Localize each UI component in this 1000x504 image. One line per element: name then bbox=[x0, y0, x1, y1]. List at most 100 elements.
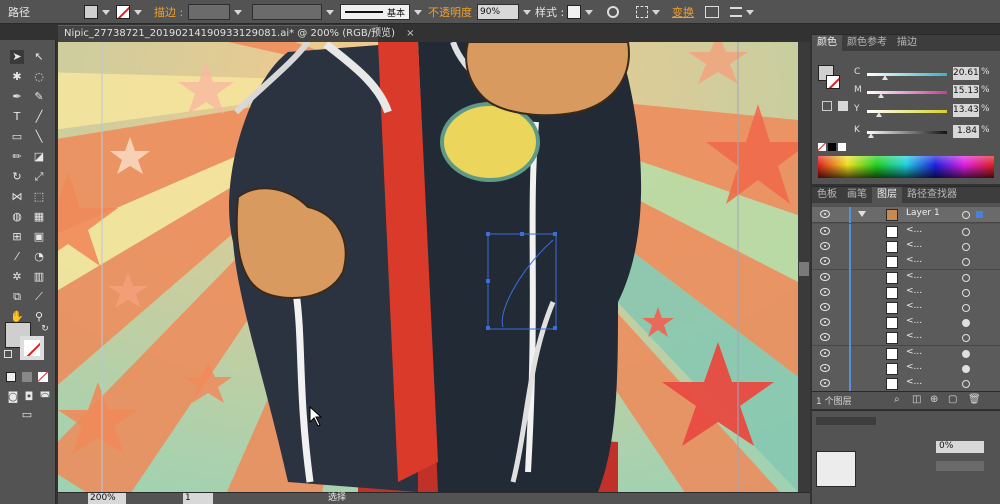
make-clipping-mask-icon[interactable]: ◫ bbox=[912, 394, 921, 405]
close-icon[interactable]: × bbox=[406, 28, 414, 39]
brush-dropdown[interactable]: 基本 bbox=[340, 4, 422, 20]
target-circle-icon[interactable] bbox=[962, 243, 970, 252]
sublayer-row[interactable]: <... bbox=[812, 315, 1000, 332]
direct-selection-tool-icon[interactable]: ↖ bbox=[32, 50, 46, 64]
sublayer-name[interactable]: <... bbox=[906, 377, 922, 387]
recolor-artwork-button[interactable] bbox=[607, 4, 619, 20]
artboard-field[interactable]: 1 bbox=[183, 493, 213, 504]
visibility-eye-icon[interactable] bbox=[820, 287, 830, 296]
sublayer-row[interactable]: <... bbox=[812, 345, 1000, 362]
stroke-swatch-dropdown[interactable] bbox=[116, 4, 142, 20]
expand-triangle-icon[interactable] bbox=[858, 211, 866, 217]
target-circle-icon[interactable] bbox=[962, 211, 970, 219]
panel-menu-button[interactable] bbox=[730, 4, 754, 20]
draw-normal-icon[interactable]: ◙ bbox=[6, 390, 20, 404]
stroke-none-swatch[interactable] bbox=[116, 5, 130, 19]
curvature-tool-icon[interactable]: ✎ bbox=[32, 90, 46, 104]
sublayer-name[interactable]: <... bbox=[906, 225, 922, 235]
sublayer-row[interactable]: <... bbox=[812, 300, 1000, 316]
opacity-label-text[interactable]: 不透明度 : bbox=[428, 4, 479, 20]
sublayer-row[interactable]: <... bbox=[812, 360, 1000, 377]
target-circle-icon[interactable] bbox=[962, 273, 970, 282]
sublayer-name[interactable]: <... bbox=[906, 301, 922, 311]
variable-width-dropdown[interactable] bbox=[252, 4, 334, 20]
slider-k[interactable]: K 1.84 % bbox=[812, 125, 1000, 140]
target-circle-icon[interactable] bbox=[962, 364, 970, 373]
rotate-tool-icon[interactable]: ↻ bbox=[10, 170, 24, 184]
slider-m[interactable]: M 15.13 % bbox=[812, 85, 1000, 100]
align-dropdown-button[interactable] bbox=[636, 4, 660, 20]
sublayer-row[interactable]: <... bbox=[812, 269, 1000, 286]
layer-name[interactable]: Layer 1 bbox=[906, 208, 940, 218]
target-circle-icon[interactable] bbox=[962, 304, 970, 312]
sublayer-name[interactable]: <... bbox=[906, 271, 922, 281]
appearance-field[interactable] bbox=[936, 461, 984, 471]
new-sublayer-icon[interactable]: ⊕ bbox=[930, 394, 938, 405]
sublayer-row[interactable]: <... bbox=[812, 330, 1000, 347]
column-graph-tool-icon[interactable]: ▥ bbox=[32, 270, 46, 284]
slider-track[interactable] bbox=[867, 73, 947, 76]
visibility-eye-icon[interactable] bbox=[820, 303, 830, 311]
style-swatch[interactable] bbox=[567, 5, 581, 19]
symbol-sprayer-tool-icon[interactable]: ✲ bbox=[10, 270, 24, 284]
canvas[interactable] bbox=[58, 42, 798, 492]
new-layer-icon[interactable]: ▢ bbox=[948, 394, 957, 405]
artboard-tool-icon[interactable]: ⧉ bbox=[10, 290, 24, 304]
color-mode-icon[interactable] bbox=[6, 372, 16, 382]
fill-swatch-dropdown[interactable] bbox=[84, 4, 110, 20]
pencil-tool-icon[interactable]: ✏ bbox=[10, 150, 24, 164]
layer-row-layer-1[interactable]: Layer 1 bbox=[812, 207, 1000, 223]
mesh-tool-icon[interactable]: ⊞ bbox=[10, 230, 24, 244]
stroke-weight-dropdown[interactable] bbox=[188, 4, 242, 20]
black-swatch[interactable] bbox=[828, 143, 836, 151]
transform-link[interactable]: 变换 bbox=[672, 4, 694, 20]
perspective-grid-tool-icon[interactable]: ▦ bbox=[32, 210, 46, 224]
screen-mode-icon[interactable]: ▭ bbox=[18, 408, 36, 422]
eraser-tool-icon[interactable]: ◪ bbox=[32, 150, 46, 164]
target-circle-icon[interactable] bbox=[962, 319, 970, 328]
visibility-eye-icon[interactable] bbox=[820, 333, 830, 342]
sublayer-row[interactable]: <... bbox=[812, 224, 1000, 240]
delete-icon[interactable]: 🗑 bbox=[968, 394, 981, 405]
slider-knob[interactable] bbox=[876, 112, 882, 117]
sublayer-name[interactable]: <... bbox=[906, 286, 922, 296]
scale-tool-icon[interactable]: ⤢ bbox=[32, 170, 46, 184]
sublayer-name[interactable]: <... bbox=[906, 240, 922, 250]
brush-field[interactable]: 基本 bbox=[340, 4, 410, 20]
isolate-button[interactable] bbox=[705, 4, 719, 20]
tab-pathfinder[interactable]: 路径查找器 bbox=[902, 187, 962, 203]
lasso-tool-icon[interactable]: ◌ bbox=[32, 70, 46, 84]
transform-label[interactable]: 变换 bbox=[672, 4, 694, 20]
magic-wand-tool-icon[interactable]: ✱ bbox=[10, 70, 24, 84]
opacity-dropdown[interactable]: 90% bbox=[477, 4, 531, 20]
opacity-label[interactable]: 不透明度 : bbox=[428, 4, 479, 20]
slider-value[interactable]: 1.84 bbox=[953, 125, 979, 138]
variable-width-field[interactable] bbox=[252, 4, 322, 20]
sublayer-name[interactable]: <... bbox=[906, 362, 922, 372]
target-circle-icon[interactable] bbox=[962, 349, 970, 358]
tab-brushes[interactable]: 画笔 bbox=[842, 187, 872, 203]
gradient-mode-icon[interactable] bbox=[22, 372, 32, 382]
none-mode-icon[interactable] bbox=[38, 372, 48, 382]
visibility-eye-icon[interactable] bbox=[820, 210, 830, 218]
stroke-weight-field[interactable] bbox=[188, 4, 230, 20]
artwork[interactable] bbox=[58, 42, 798, 492]
tab-color[interactable]: 颜色 bbox=[812, 35, 842, 51]
locate-object-icon[interactable]: ⌕ bbox=[894, 394, 900, 405]
zoom-field[interactable]: 200% bbox=[88, 493, 126, 504]
stroke-color-box[interactable] bbox=[20, 336, 44, 360]
slider-value[interactable]: 20.61 bbox=[953, 67, 979, 80]
sublayer-row[interactable]: <... bbox=[812, 376, 1000, 392]
tab-color-guide[interactable]: 颜色参考 bbox=[842, 35, 892, 51]
rectangle-tool-icon[interactable]: ▭ bbox=[10, 130, 24, 144]
slider-track[interactable] bbox=[867, 131, 947, 134]
document-tab-title[interactable]: Nipic_27738721_20190214190933129081.ai* … bbox=[64, 28, 395, 39]
tab-layers[interactable]: 图层 bbox=[872, 187, 902, 203]
slider-knob[interactable] bbox=[868, 133, 874, 138]
sublayer-name[interactable]: <... bbox=[906, 316, 922, 326]
scroll-thumb[interactable] bbox=[799, 262, 809, 276]
slider-c[interactable]: C 20.61 % bbox=[812, 67, 1000, 82]
draw-behind-icon[interactable]: ◘ bbox=[22, 390, 36, 404]
visibility-eye-icon[interactable] bbox=[820, 363, 830, 372]
width-tool-icon[interactable]: ⋈ bbox=[10, 190, 24, 204]
